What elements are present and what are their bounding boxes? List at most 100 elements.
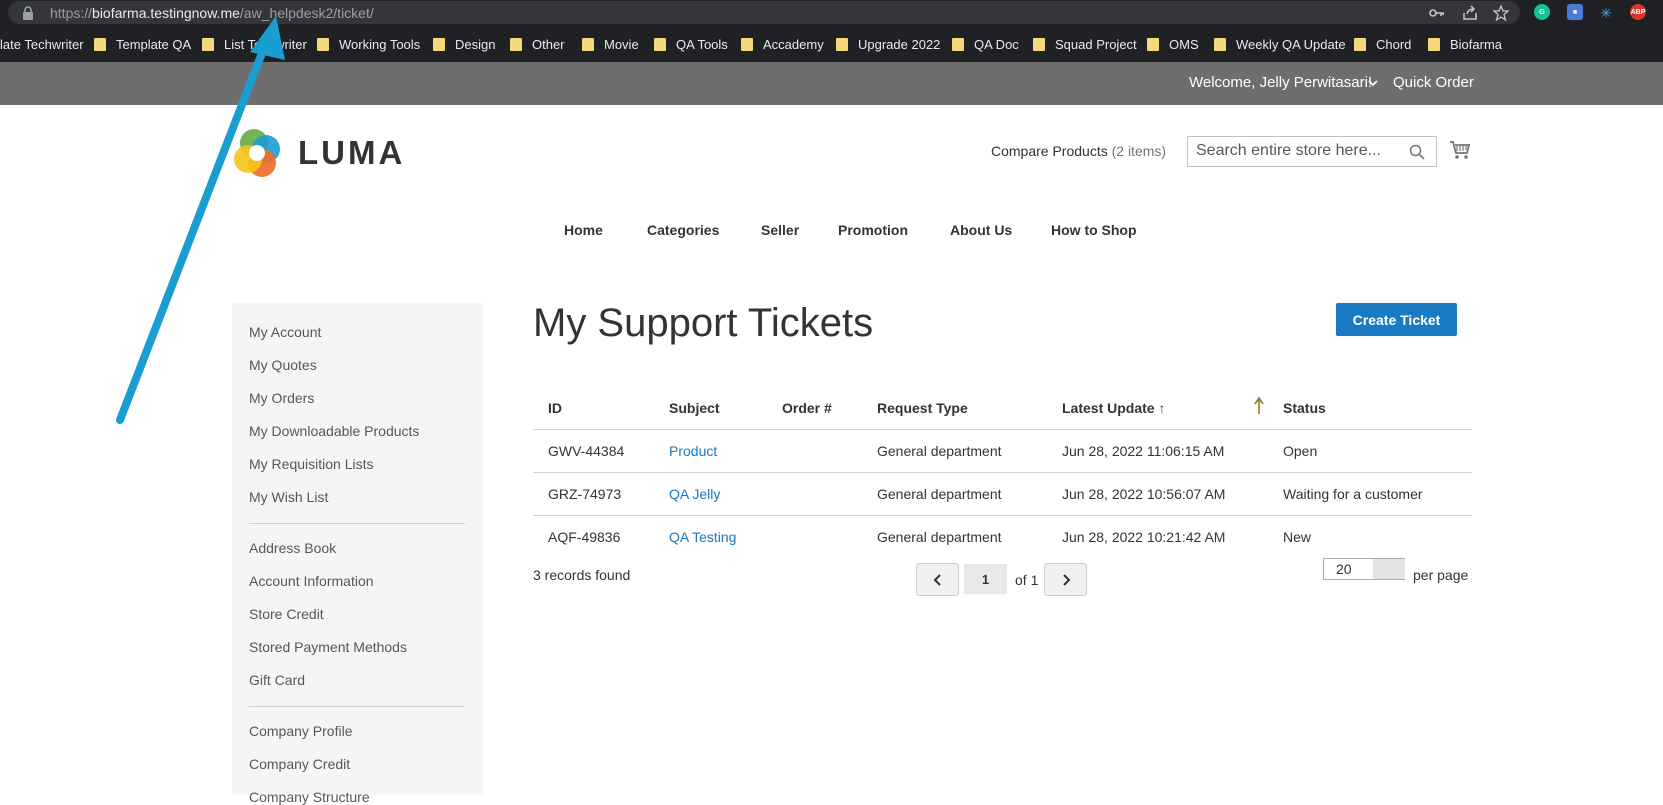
- ticket-request-type: General department: [877, 486, 1002, 502]
- sidebar-item-wish-list[interactable]: My Wish List: [249, 489, 328, 505]
- folder-icon: [952, 37, 964, 51]
- per-page-value: 20: [1336, 561, 1352, 577]
- ticket-id: AQF-49836: [548, 529, 621, 545]
- nav-promotion[interactable]: Promotion: [838, 222, 908, 238]
- adblock-icon[interactable]: ABP: [1630, 4, 1646, 20]
- quick-order-link[interactable]: Quick Order: [1393, 74, 1474, 91]
- column-header-status[interactable]: Status: [1283, 400, 1326, 416]
- sidebar-item-account-information[interactable]: Account Information: [249, 573, 374, 589]
- chevron-right-icon: [1062, 573, 1070, 586]
- search-box[interactable]: [1187, 136, 1437, 167]
- create-ticket-button[interactable]: Create Ticket: [1336, 303, 1457, 336]
- folder-icon: [1147, 37, 1159, 51]
- chevron-down-icon[interactable]: [1366, 76, 1380, 90]
- bookmarks-bar: late Techwriter Template QA List Techwri…: [0, 25, 1663, 62]
- bookmark-item[interactable]: Design: [433, 35, 495, 53]
- address-bar[interactable]: https://biofarma.testingnow.me/aw_helpde…: [8, 1, 1520, 24]
- folder-icon: [1214, 37, 1226, 51]
- bookmark-item[interactable]: Chord: [1354, 35, 1411, 53]
- nav-home[interactable]: Home: [564, 222, 603, 238]
- sidebar-item-company-profile[interactable]: Company Profile: [249, 723, 353, 739]
- luma-logo-icon[interactable]: [232, 127, 288, 179]
- folder-icon: [1033, 37, 1045, 51]
- ticket-latest-update: Jun 28, 2022 10:21:42 AM: [1062, 529, 1226, 545]
- pager-next-button[interactable]: [1044, 563, 1087, 596]
- ticket-status: Open: [1283, 443, 1318, 459]
- adblock-label: ABP: [1630, 8, 1646, 16]
- bookmark-item[interactable]: Upgrade 2022: [836, 35, 940, 53]
- bookmark-item[interactable]: Weekly QA Update: [1214, 35, 1346, 53]
- pager-previous-button[interactable]: [916, 563, 959, 596]
- lock-icon[interactable]: [22, 6, 34, 20]
- sidebar-item-address-book[interactable]: Address Book: [249, 540, 336, 556]
- column-header-latest-update[interactable]: Latest Update ↑: [1062, 400, 1165, 416]
- extension-icon[interactable]: ■: [1567, 4, 1583, 20]
- per-page-label: per page: [1413, 567, 1469, 583]
- bookmark-item[interactable]: Template QA: [94, 35, 191, 53]
- bookmark-item[interactable]: Squad Project: [1033, 35, 1137, 53]
- url-text[interactable]: https://biofarma.testingnow.me/aw_helpde…: [50, 5, 374, 21]
- folder-icon: [202, 37, 214, 51]
- ticket-request-type: General department: [877, 529, 1002, 545]
- folder-icon: [317, 37, 329, 51]
- search-icon[interactable]: [1409, 144, 1425, 160]
- key-icon[interactable]: [1428, 4, 1446, 22]
- sidebar-item-gift-card[interactable]: Gift Card: [249, 672, 305, 688]
- folder-icon: [1428, 37, 1440, 51]
- per-page-dropdown-button[interactable]: [1373, 559, 1405, 579]
- table-divider: [533, 472, 1472, 473]
- folder-icon: [1354, 37, 1366, 51]
- nav-how-to-shop[interactable]: How to Shop: [1051, 222, 1137, 238]
- ticket-id: GWV-44384: [548, 443, 625, 459]
- column-header-id[interactable]: ID: [548, 400, 562, 416]
- logo-text[interactable]: LUMA: [298, 134, 405, 172]
- nav-about-us[interactable]: About Us: [950, 222, 1012, 238]
- star-icon[interactable]: [1492, 4, 1510, 22]
- bookmark-item[interactable]: QA Doc: [952, 35, 1019, 53]
- bookmark-item[interactable]: late Techwriter: [0, 35, 84, 53]
- sidebar-item-downloadable-products[interactable]: My Downloadable Products: [249, 423, 419, 439]
- sidebar-item-my-account[interactable]: My Account: [249, 324, 321, 340]
- table-divider: [533, 515, 1472, 516]
- nav-seller[interactable]: Seller: [761, 222, 799, 238]
- sidebar-item-store-credit[interactable]: Store Credit: [249, 606, 324, 622]
- bookmark-item[interactable]: Working Tools: [317, 35, 420, 53]
- bookmark-item[interactable]: List Techwriter: [202, 35, 307, 53]
- sidebar-item-stored-payment-methods[interactable]: Stored Payment Methods: [249, 639, 407, 655]
- pager-current-page[interactable]: 1: [964, 564, 1007, 594]
- sidebar-item-requisition-lists[interactable]: My Requisition Lists: [249, 456, 374, 472]
- chevron-left-icon: [933, 573, 941, 586]
- column-header-order[interactable]: Order #: [782, 400, 832, 416]
- sidebar-item-company-credit[interactable]: Company Credit: [249, 756, 350, 772]
- bookmark-item[interactable]: Other: [510, 35, 565, 53]
- grammarly-icon[interactable]: G: [1534, 4, 1550, 20]
- sidebar-item-my-quotes[interactable]: My Quotes: [249, 357, 317, 373]
- compare-products-link[interactable]: Compare Products (2 items): [991, 143, 1166, 159]
- browser-toolbar: https://biofarma.testingnow.me/aw_helpde…: [0, 0, 1663, 25]
- share-icon[interactable]: [1461, 4, 1479, 22]
- bookmark-item[interactable]: QA Tools: [654, 35, 728, 53]
- pager-total: of 1: [1015, 572, 1039, 588]
- bookmark-item[interactable]: Movie: [582, 35, 639, 53]
- bookmark-item[interactable]: Accademy: [741, 35, 824, 53]
- welcome-menu[interactable]: Welcome, Jelly Perwitasari!: [1189, 74, 1372, 91]
- ticket-subject-link[interactable]: Product: [669, 443, 717, 459]
- ticket-subject-link[interactable]: QA Testing: [669, 529, 736, 545]
- column-header-subject[interactable]: Subject: [669, 400, 720, 416]
- ticket-request-type: General department: [877, 443, 1002, 459]
- bookmark-item[interactable]: OMS: [1147, 35, 1199, 53]
- ticket-id: GRZ-74973: [548, 486, 622, 502]
- cart-icon[interactable]: [1449, 139, 1471, 161]
- sidebar-item-my-orders[interactable]: My Orders: [249, 390, 314, 406]
- bookmark-item[interactable]: Biofarma: [1428, 35, 1502, 53]
- nav-categories[interactable]: Categories: [647, 222, 719, 238]
- per-page-select[interactable]: 20: [1323, 558, 1405, 580]
- search-input[interactable]: [1196, 142, 1396, 160]
- sidebar-divider: [249, 523, 465, 524]
- ticket-subject-link[interactable]: QA Jelly: [669, 486, 720, 502]
- sidebar-item-company-structure[interactable]: Company Structure: [249, 789, 370, 805]
- ticket-latest-update: Jun 28, 2022 11:06:15 AM: [1062, 443, 1225, 459]
- ticket-status: New: [1283, 529, 1312, 545]
- column-header-request-type[interactable]: Request Type: [877, 400, 968, 416]
- sparkle-icon[interactable]: ✳: [1597, 4, 1615, 22]
